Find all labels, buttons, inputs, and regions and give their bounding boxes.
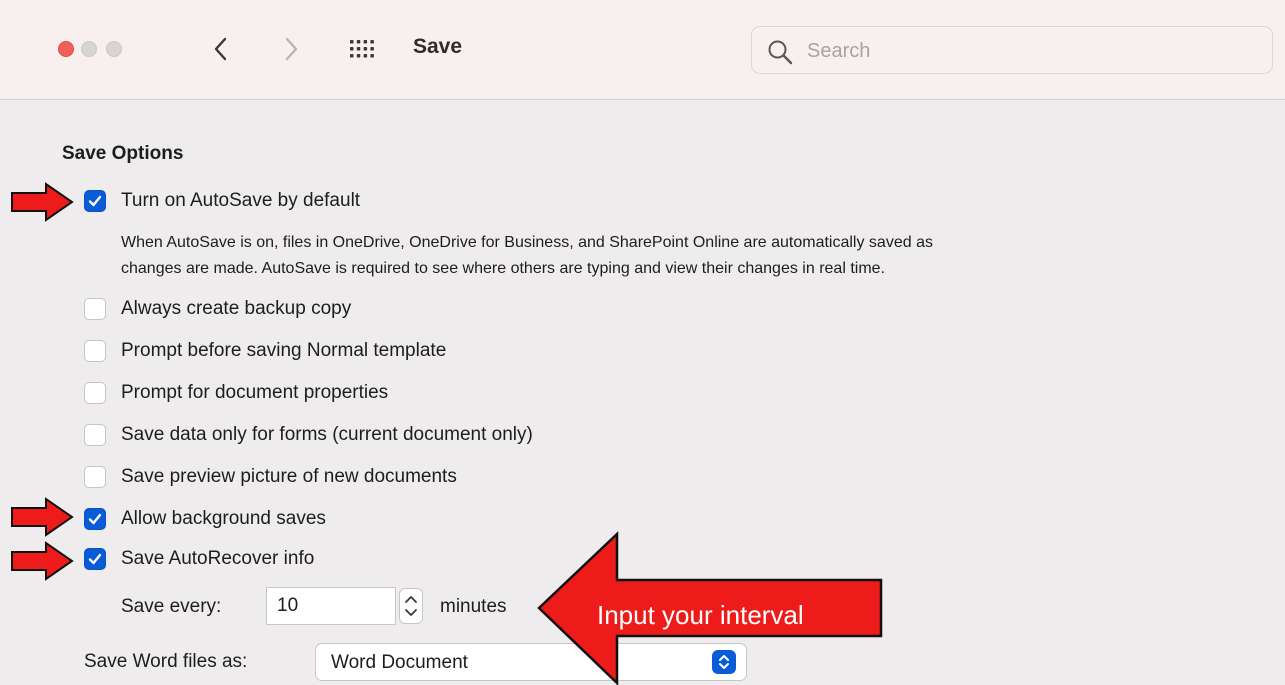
- magnifier-icon: [768, 40, 793, 65]
- file-format-value: Word Document: [331, 652, 468, 673]
- autosave-description: When AutoSave is on, files in OneDrive, …: [121, 230, 1261, 282]
- chevron-right-icon: [285, 37, 298, 61]
- forward-button[interactable]: [281, 36, 301, 62]
- callout-text: Input your interval: [597, 600, 804, 630]
- preview-picture-label: Save preview picture of new documents: [121, 466, 457, 487]
- show-all-button[interactable]: [350, 39, 374, 59]
- autorecover-checkbox[interactable]: [84, 548, 106, 570]
- checkmark-icon: [88, 195, 102, 207]
- red-arrow-icon: [11, 497, 74, 537]
- forms-only-label: Save data only for forms (current docume…: [121, 424, 533, 445]
- prompt-properties-label: Prompt for document properties: [121, 382, 389, 403]
- back-button[interactable]: [211, 36, 231, 62]
- autorecover-interval-input[interactable]: [266, 587, 396, 625]
- forms-only-option[interactable]: Save data only for forms (current docume…: [84, 422, 533, 448]
- background-saves-option[interactable]: Allow background saves: [84, 506, 326, 532]
- search-input[interactable]: [807, 37, 1247, 65]
- chevron-left-icon: [214, 37, 227, 61]
- grid-icon: [350, 40, 374, 58]
- section-title: Save Options: [62, 143, 184, 164]
- autosave-description-line: When AutoSave is on, files in OneDrive, …: [121, 234, 933, 251]
- checkmark-icon: [88, 513, 102, 525]
- stepper-icon: [405, 596, 417, 616]
- autosave-option[interactable]: Turn on AutoSave by default: [84, 188, 360, 214]
- prompt-properties-checkbox[interactable]: [84, 382, 106, 404]
- search-field[interactable]: [751, 26, 1273, 74]
- close-traffic-light-icon[interactable]: [58, 41, 74, 57]
- autorecover-option[interactable]: Save AutoRecover info: [84, 546, 314, 572]
- zoom-traffic-light-icon[interactable]: [106, 41, 122, 57]
- autosave-description-line: changes are made. AutoSave is required t…: [121, 260, 885, 277]
- backup-option[interactable]: Always create backup copy: [84, 296, 351, 322]
- prompt-normal-checkbox[interactable]: [84, 340, 106, 362]
- preview-picture-option[interactable]: Save preview picture of new documents: [84, 464, 457, 490]
- backup-checkbox[interactable]: [84, 298, 106, 320]
- prompt-normal-option[interactable]: Prompt before saving Normal template: [84, 338, 446, 364]
- preview-picture-checkbox[interactable]: [84, 466, 106, 488]
- file-format-label: Save Word files as:: [84, 651, 248, 672]
- prompt-normal-label: Prompt before saving Normal template: [121, 340, 447, 361]
- backup-label: Always create backup copy: [121, 298, 352, 319]
- red-arrow-icon: [11, 541, 74, 581]
- autorecover-label: Save AutoRecover info: [121, 548, 315, 569]
- minimize-traffic-light-icon[interactable]: [81, 41, 97, 57]
- save-every-label: Save every:: [121, 596, 222, 617]
- autosave-checkbox[interactable]: [84, 190, 106, 212]
- forms-only-checkbox[interactable]: [84, 424, 106, 446]
- checkmark-icon: [88, 553, 102, 565]
- prompt-properties-option[interactable]: Prompt for document properties: [84, 380, 388, 406]
- minutes-label: minutes: [440, 596, 507, 617]
- window-title: Save: [413, 35, 463, 58]
- autosave-label: Turn on AutoSave by default: [121, 190, 361, 211]
- background-saves-checkbox[interactable]: [84, 508, 106, 530]
- red-arrow-icon: [11, 182, 74, 222]
- window-titlebar: Save: [0, 0, 1285, 100]
- interval-stepper[interactable]: [399, 588, 423, 624]
- background-saves-label: Allow background saves: [121, 508, 326, 529]
